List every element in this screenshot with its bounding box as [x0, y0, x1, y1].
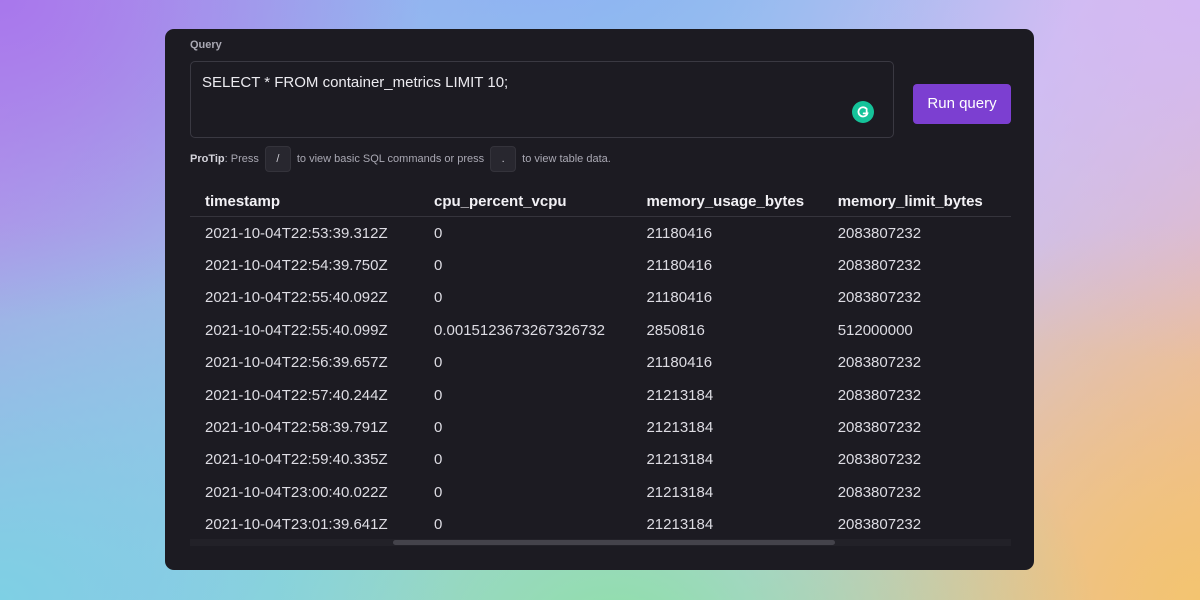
table-cell: 21180416	[646, 354, 713, 372]
table-cell: 0	[434, 419, 443, 437]
table-cell: 21213184	[646, 419, 714, 437]
query-text[interactable]: SELECT * FROM container_metrics LIMIT 10…	[202, 74, 508, 91]
slash-key: /	[264, 146, 291, 172]
column-header-memory-limit-bytes: memory_limit_bytes	[822, 186, 1011, 217]
table-cell: 2083807232	[837, 483, 922, 501]
table-row: 2021-10-04T22:58:39.791Z 0 21213184 2083…	[190, 411, 1011, 443]
table-cell: 2083807232	[837, 419, 922, 437]
run-query-button[interactable]: Run query	[913, 84, 1011, 124]
table-cell: 21213184	[646, 483, 714, 501]
grammarly-icon[interactable]	[852, 101, 874, 123]
column-header-cpu-percent-vcpu: cpu_percent_vcpu	[419, 186, 632, 217]
table-cell: 2021-10-04T22:53:39.312Z	[205, 224, 388, 242]
protip-lead: ProTip	[190, 153, 225, 165]
query-label: Query	[190, 39, 222, 51]
protip: ProTip : Press / to view basic SQL comma…	[190, 146, 611, 172]
table-header-row: timestamp cpu_percent_vcpu memory_usage_…	[190, 186, 1011, 217]
table-cell: 2021-10-04T22:58:39.791Z	[205, 419, 388, 437]
table-row: 2021-10-04T22:57:40.244Z 0 21213184 2083…	[190, 379, 1011, 411]
table-cell: 2021-10-04T23:01:39.641Z	[205, 516, 388, 534]
table-cell: 21213184	[646, 516, 714, 534]
table-cell: 0	[434, 257, 443, 275]
table-cell: 2021-10-04T22:57:40.244Z	[205, 386, 388, 404]
table-cell: 2021-10-04T22:55:40.099Z	[205, 321, 388, 339]
table-cell: 21213184	[646, 451, 714, 469]
table-cell: 2021-10-04T22:59:40.335Z	[205, 451, 388, 469]
query-editor[interactable]: SELECT * FROM container_metrics LIMIT 10…	[190, 61, 894, 138]
table-cell: 21180416	[646, 289, 713, 307]
table-cell: 0	[434, 224, 443, 242]
period-key: .	[490, 146, 517, 172]
table-row: 2021-10-04T23:00:40.022Z 0 21213184 2083…	[190, 476, 1011, 508]
table-row: 2021-10-04T22:56:39.657Z 0 21180416 2083…	[190, 347, 1011, 379]
table-cell: 2083807232	[837, 516, 922, 534]
scrollbar-thumb[interactable]	[393, 540, 835, 545]
table-cell: 0	[434, 451, 443, 469]
table-cell: 0	[434, 354, 443, 372]
table-cell: 0	[434, 483, 443, 501]
table-cell: 512000000	[837, 321, 913, 339]
table-cell: 0.0015123673267326732	[434, 321, 606, 339]
table-cell: 21180416	[646, 224, 713, 242]
table-cell: 0	[434, 516, 443, 534]
table-cell: 2021-10-04T23:00:40.022Z	[205, 483, 388, 501]
table-cell: 2021-10-04T22:55:40.092Z	[205, 289, 388, 307]
protip-text-3: to view table data.	[522, 153, 611, 165]
table-cell: 2083807232	[837, 289, 922, 307]
table-cell: 2083807232	[837, 451, 922, 469]
table-row: 2021-10-04T22:59:40.335Z 0 21213184 2083…	[190, 444, 1011, 476]
horizontal-scrollbar[interactable]	[190, 539, 1011, 546]
table-cell: 2850816	[646, 321, 705, 339]
table-cell: 2083807232	[837, 257, 922, 275]
table-cell: 21180416	[646, 257, 713, 275]
table-cell: 2083807232	[837, 386, 922, 404]
column-header-memory-usage-bytes: memory_usage_bytes	[631, 186, 823, 217]
table-cell: 2021-10-04T22:56:39.657Z	[205, 354, 388, 372]
protip-text-1: : Press	[224, 153, 259, 165]
results-table-container: timestamp cpu_percent_vcpu memory_usage_…	[190, 186, 1011, 544]
table-cell: 2083807232	[837, 354, 922, 372]
results-table: timestamp cpu_percent_vcpu memory_usage_…	[190, 186, 1011, 541]
table-cell: 21213184	[646, 386, 714, 404]
table-row: 2021-10-04T22:53:39.312Z 0 21180416 2083…	[190, 217, 1011, 250]
table-cell: 2083807232	[837, 224, 922, 242]
table-row: 2021-10-04T23:01:39.641Z 0 21213184 2083…	[190, 509, 1011, 541]
protip-text-2: to view basic SQL commands or press	[296, 153, 485, 165]
table-cell: 2021-10-04T22:54:39.750Z	[205, 257, 388, 275]
column-header-timestamp: timestamp	[190, 186, 419, 217]
table-row: 2021-10-04T22:55:40.099Z 0.0015123673267…	[190, 314, 1011, 346]
table-row: 2021-10-04T22:54:39.750Z 0 21180416 2083…	[190, 249, 1011, 281]
table-cell: 0	[434, 386, 443, 404]
table-cell: 0	[434, 289, 443, 307]
table-row: 2021-10-04T22:55:40.092Z 0 21180416 2083…	[190, 282, 1011, 314]
query-panel: Query SELECT * FROM container_metrics LI…	[165, 29, 1034, 570]
